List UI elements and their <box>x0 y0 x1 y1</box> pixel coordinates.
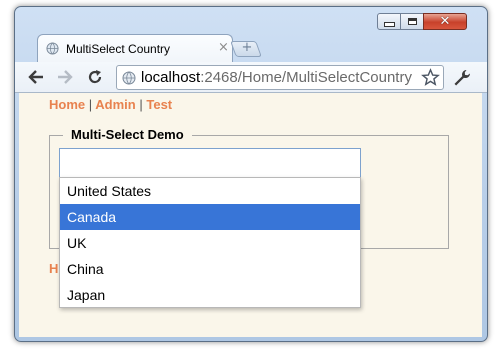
browser-tab[interactable]: MultiSelect Country × <box>37 34 233 63</box>
country-dropdown-list: United States Canada UK China Japan <box>59 177 361 308</box>
back-arrow-icon <box>28 70 43 84</box>
option-uk[interactable]: UK <box>60 230 360 256</box>
tab-close-icon[interactable]: × <box>218 40 229 55</box>
plus-icon: + <box>241 40 253 55</box>
nav-separator: | <box>88 97 93 112</box>
nav-link-test[interactable]: Test <box>146 97 172 112</box>
close-window-button[interactable]: ✕ <box>423 13 467 30</box>
address-bar[interactable]: localhost:2468/Home/MultiSelectCountry <box>116 65 444 90</box>
wrench-icon[interactable] <box>452 68 472 88</box>
nav-link-admin[interactable]: Admin <box>95 97 135 112</box>
option-china[interactable]: China <box>60 256 360 282</box>
maximize-button[interactable] <box>400 13 424 30</box>
option-canada[interactable]: Canada <box>60 204 360 230</box>
forward-button[interactable] <box>54 66 76 88</box>
maximize-icon <box>407 18 417 25</box>
nav-link-home[interactable]: Home <box>49 97 85 112</box>
forward-arrow-icon <box>58 70 73 84</box>
option-japan[interactable]: Japan <box>60 282 360 308</box>
close-icon: ✕ <box>439 14 451 29</box>
multi-select-input[interactable] <box>59 148 361 178</box>
page-globe-icon <box>122 71 136 85</box>
globe-icon <box>46 42 59 55</box>
back-button[interactable] <box>25 66 47 88</box>
tab-title: MultiSelect Country <box>66 42 171 56</box>
url-path: :2468/Home/MultiSelectCountry <box>200 69 412 86</box>
star-icon[interactable] <box>421 68 440 87</box>
url-text: localhost:2468/Home/MultiSelectCountry <box>141 69 412 86</box>
browser-toolbar: localhost:2468/Home/MultiSelectCountry <box>15 62 487 93</box>
option-united-states[interactable]: United States <box>60 178 360 204</box>
fieldset-legend: Multi-Select Demo <box>63 127 192 142</box>
nav-separator: | <box>139 97 143 112</box>
minimize-icon <box>383 22 395 27</box>
bottom-link[interactable]: H <box>49 261 58 276</box>
top-navigation: Home | Admin | Test <box>49 97 172 112</box>
url-host: localhost <box>141 69 201 86</box>
reload-button[interactable] <box>84 66 106 88</box>
minimize-button[interactable] <box>377 13 401 30</box>
reload-icon <box>88 70 102 84</box>
